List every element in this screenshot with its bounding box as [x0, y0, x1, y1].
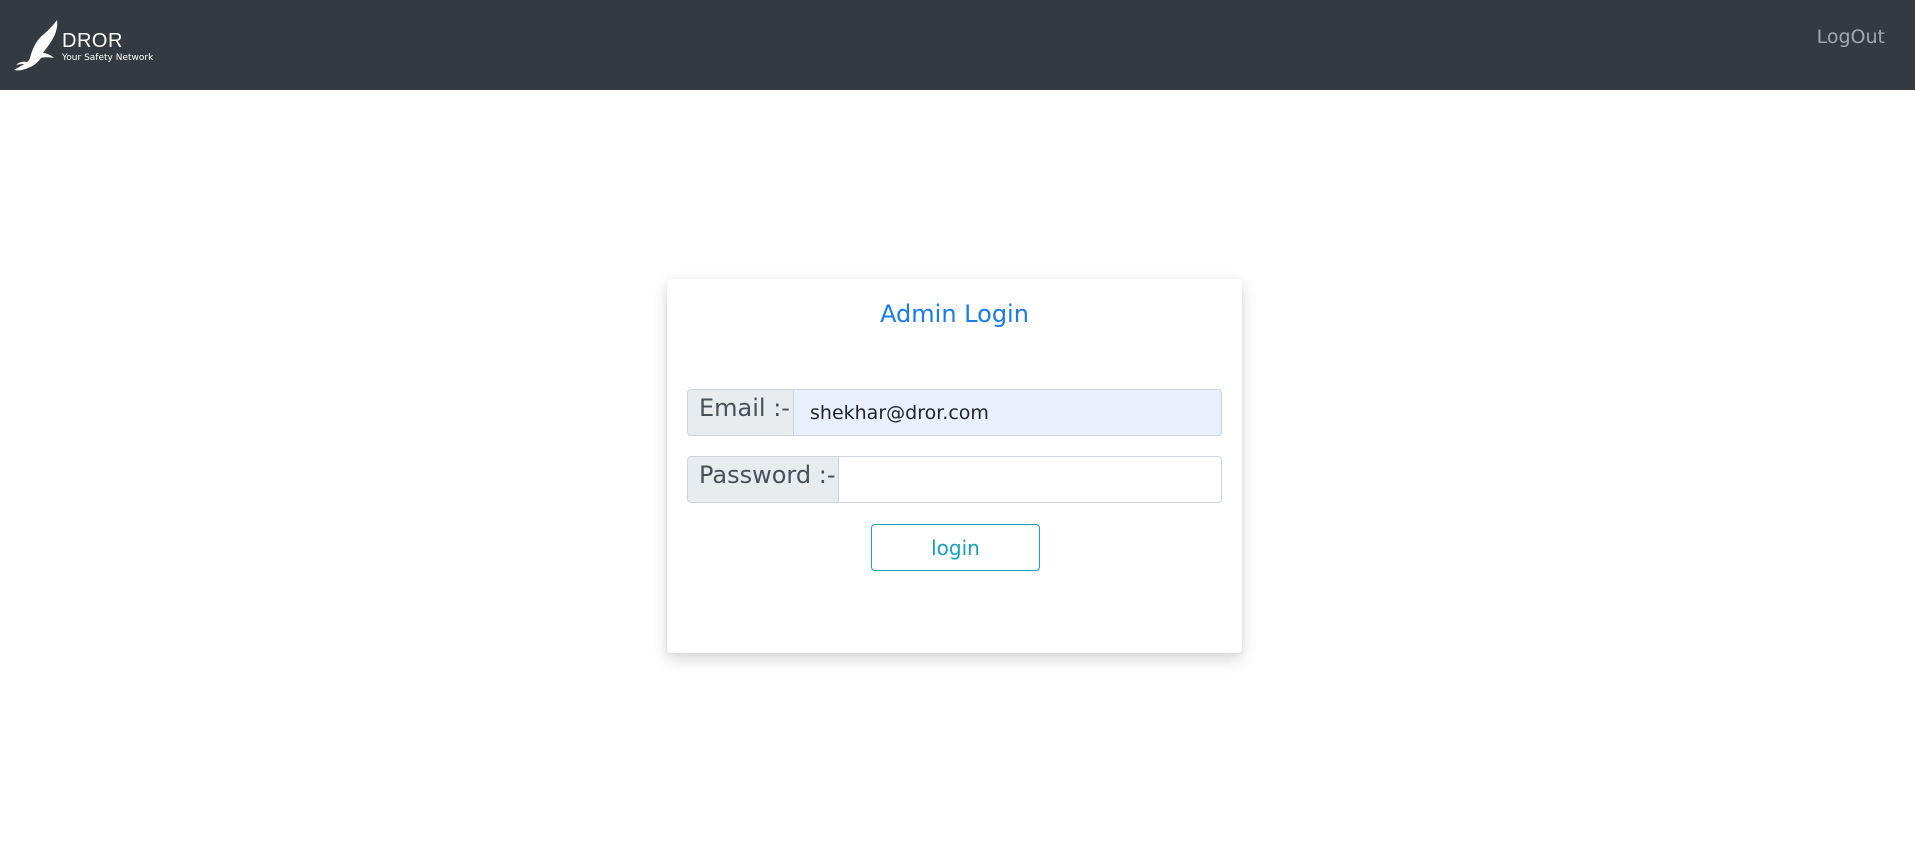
email-field[interactable] [793, 389, 1222, 436]
email-label: Email :- [687, 389, 793, 436]
login-button[interactable]: login [871, 524, 1040, 571]
brand-text: DROR Your Safety Network [62, 20, 153, 65]
brand-name: DROR [62, 30, 123, 52]
brand-tagline: Your Safety Network [62, 53, 154, 63]
page-title: Admin Login [880, 300, 1029, 328]
top-navbar: DROR Your Safety Network LogOut [0, 0, 1915, 90]
password-label: Password :- [687, 456, 838, 503]
admin-login-card: Admin Login Email :- Password :- login [667, 279, 1242, 653]
password-input-group: Password :- [687, 456, 1222, 503]
logout-link[interactable]: LogOut [1817, 24, 1885, 50]
brand-logo-link[interactable]: DROR Your Safety Network [14, 20, 153, 72]
password-field[interactable] [838, 456, 1222, 503]
bird-logo-icon [14, 20, 58, 71]
email-input-group: Email :- [687, 389, 1222, 436]
